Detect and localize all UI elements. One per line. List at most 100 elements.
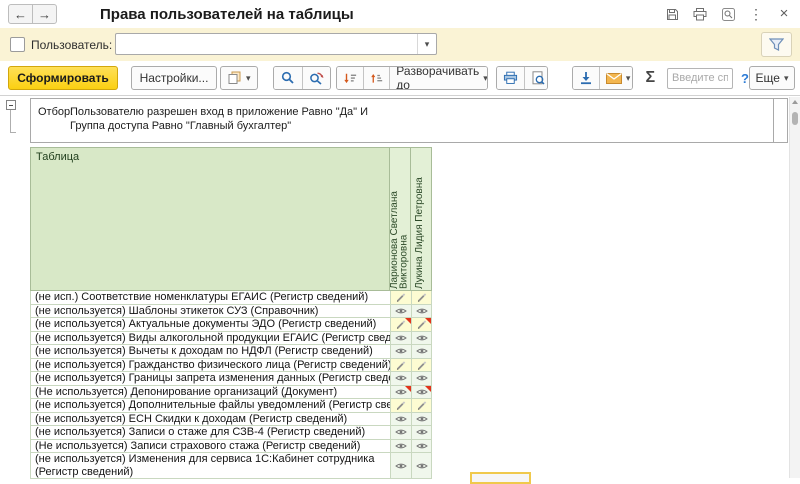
- print-button[interactable]: [692, 6, 708, 22]
- search-icon: [281, 71, 295, 85]
- report-variants-button[interactable]: ▾: [220, 66, 258, 90]
- floppy-icon: [666, 8, 679, 21]
- close-icon: ×: [780, 7, 789, 21]
- expand-to-button[interactable]: Разворачивать до ▾: [389, 67, 488, 89]
- edit-right-cell[interactable]: [390, 291, 411, 305]
- print-report-button[interactable]: [497, 67, 524, 89]
- view-right-cell[interactable]: [390, 332, 411, 346]
- view-right-cell[interactable]: [390, 386, 411, 400]
- scroll-up-icon[interactable]: [792, 100, 798, 104]
- view-right-cell[interactable]: [390, 345, 411, 359]
- chevron-down-icon: ▾: [626, 73, 631, 84]
- table-row-name[interactable]: (не используется) Шаблоны этикеток СУЗ (…: [30, 305, 390, 319]
- save-button[interactable]: [664, 6, 680, 22]
- view-right-cell[interactable]: [411, 305, 432, 319]
- more-actions-button[interactable]: Еще ▾: [749, 66, 795, 90]
- export-button-group: ▾: [572, 66, 634, 90]
- print-preview-button[interactable]: [524, 67, 547, 89]
- help-button[interactable]: ?: [741, 71, 749, 86]
- table-row: (не используется) Гражданство физическог…: [30, 359, 432, 373]
- view-right-cell[interactable]: [411, 426, 432, 440]
- view-right-cell[interactable]: [390, 372, 411, 386]
- edit-right-cell[interactable]: [390, 399, 411, 413]
- expand-to-label: Разворачивать до: [396, 66, 479, 90]
- back-button[interactable]: ←: [8, 4, 33, 24]
- help-label: ?: [741, 71, 749, 86]
- user-combo-dropdown-button[interactable]: ▾: [417, 34, 436, 54]
- view-right-cell[interactable]: [390, 453, 411, 479]
- sigma-icon: Σ: [645, 69, 655, 86]
- view-right-cell[interactable]: [411, 440, 432, 454]
- table-row-name[interactable]: (не используется) Вычеты к доходам по НД…: [30, 345, 390, 359]
- view-right-cell[interactable]: [411, 372, 432, 386]
- search-next-icon: [309, 71, 324, 85]
- expand-groups-button[interactable]: [363, 67, 389, 89]
- user-combo-box: ▾: [115, 33, 437, 55]
- partial-hidden-element: [470, 472, 531, 484]
- view-right-cell[interactable]: [411, 413, 432, 427]
- table-row-name[interactable]: (не используется) Записи о стаже для СЗВ…: [30, 426, 390, 440]
- find-icon: [722, 8, 735, 21]
- edit-right-cell[interactable]: [411, 291, 432, 305]
- view-right-cell[interactable]: [390, 426, 411, 440]
- vertical-dots-icon: ⋮: [749, 7, 763, 21]
- table-row-name[interactable]: (Не используется) Записи страхового стаж…: [30, 440, 390, 454]
- edit-right-cell[interactable]: [390, 318, 411, 332]
- user-filter-checkbox[interactable]: [10, 37, 25, 52]
- view-right-cell[interactable]: [390, 413, 411, 427]
- table-row-name[interactable]: (не исп.) Соответствие номенклатуры ЕГАИ…: [30, 291, 390, 305]
- table-row-name[interactable]: (не используется) ЕСН Скидки к доходам (…: [30, 413, 390, 427]
- view-eye-icon: [416, 462, 428, 470]
- table-row-name[interactable]: (не используется) Дополнительные файлы у…: [30, 399, 390, 413]
- table-row-name[interactable]: (не используется) Границы запрета измене…: [30, 372, 390, 386]
- scrollbar-thumb[interactable]: [792, 112, 798, 125]
- vertical-scrollbar[interactable]: [789, 97, 800, 478]
- view-right-cell[interactable]: [411, 453, 432, 479]
- close-button[interactable]: ×: [776, 6, 792, 22]
- view-eye-icon: [416, 307, 428, 315]
- view-eye-icon: [395, 307, 407, 315]
- table-row-name[interactable]: (не используется) Виды алкогольной проду…: [30, 332, 390, 346]
- report-area: Отбор: Пользователю разрешен вход в прил…: [0, 95, 800, 477]
- forward-button[interactable]: →: [32, 4, 57, 24]
- view-right-cell[interactable]: [411, 332, 432, 346]
- view-eye-icon: [395, 442, 407, 450]
- edit-pencil-icon: [396, 400, 406, 410]
- collapse-groups-button[interactable]: [337, 67, 363, 89]
- find-button[interactable]: [720, 6, 736, 22]
- table-row-name[interactable]: (не используется) Изменения для сервиса …: [30, 453, 390, 479]
- generate-button[interactable]: Сформировать: [8, 66, 118, 90]
- user-column-header[interactable]: Лукина Лидия Петровна: [411, 147, 432, 291]
- filter-description-line2: Группа доступа Равно "Главный бухгалтер": [70, 120, 291, 132]
- table-row-name[interactable]: (не используется) Гражданство физическог…: [30, 359, 390, 373]
- edit-right-cell[interactable]: [390, 359, 411, 373]
- view-right-cell[interactable]: [411, 345, 432, 359]
- title-bar: ← → Права пользователей на таблицы ⋮ ×: [0, 0, 800, 28]
- view-eye-icon: [395, 415, 407, 423]
- filter-settings-button[interactable]: [761, 32, 792, 57]
- sort-ascending-icon: [370, 72, 383, 85]
- user-input[interactable]: [116, 34, 417, 54]
- view-right-cell[interactable]: [390, 440, 411, 454]
- envelope-icon: [606, 73, 622, 84]
- quick-search-input[interactable]: [667, 68, 733, 89]
- edit-right-cell[interactable]: [411, 399, 432, 413]
- view-right-cell[interactable]: [411, 386, 432, 400]
- edit-right-cell[interactable]: [411, 359, 432, 373]
- send-email-button[interactable]: ▾: [599, 67, 634, 89]
- funnel-icon: [769, 38, 784, 51]
- search-button[interactable]: [274, 67, 302, 89]
- sum-button[interactable]: Σ: [643, 69, 657, 87]
- table-row-name[interactable]: (Не используется) Депонирование организа…: [30, 386, 390, 400]
- save-report-button[interactable]: [573, 67, 599, 89]
- collapse-group-button[interactable]: [6, 100, 16, 110]
- edit-right-cell[interactable]: [411, 318, 432, 332]
- settings-button[interactable]: Настройки...: [131, 66, 217, 90]
- view-right-cell[interactable]: [390, 305, 411, 319]
- table-row-name[interactable]: (не используется) Актуальные документы Э…: [30, 318, 390, 332]
- table-column-header[interactable]: Таблица: [30, 147, 390, 291]
- search-next-button[interactable]: [302, 67, 330, 89]
- more-commands-button[interactable]: ⋮: [748, 6, 764, 22]
- user-column-header[interactable]: Ларионова Светлана Викторовна: [390, 147, 411, 291]
- grouping-button-group: Разворачивать до ▾: [336, 66, 488, 90]
